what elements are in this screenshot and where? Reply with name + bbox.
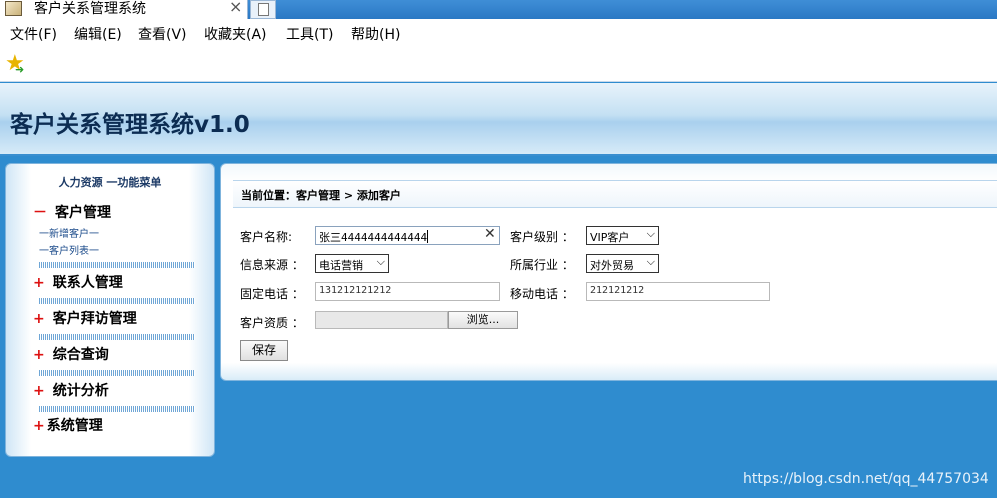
sidebar-group-contacts[interactable]: + 联系人管理 bbox=[33, 272, 123, 292]
sidebar-item-customer-list[interactable]: 一客户列表一 bbox=[39, 242, 99, 257]
breadcrumb-text: 当前位置：客户管理 > 添加客户 bbox=[241, 189, 401, 202]
customer-name-input[interactable]: 张三4444444444444 bbox=[315, 226, 500, 245]
sidebar-separator bbox=[39, 262, 195, 268]
browser-tab-bar: 客户关系管理系统 × bbox=[0, 0, 997, 19]
sidebar-separator bbox=[39, 298, 195, 304]
expand-icon: + bbox=[33, 418, 45, 434]
fixed-phone-label: 固定电话 ： bbox=[240, 287, 304, 301]
watermark: https://blog.csdn.net/qq_44757034 bbox=[743, 471, 989, 487]
sidebar-group-label: 联系人管理 bbox=[52, 275, 123, 291]
mobile-phone-value: 212121212 bbox=[590, 285, 645, 296]
menu-tools[interactable]: 工具(T) bbox=[286, 24, 333, 44]
browse-button[interactable]: 浏览... bbox=[448, 311, 518, 329]
collapse-icon: － bbox=[33, 205, 47, 221]
sidebar-group-query[interactable]: + 综合查询 bbox=[33, 344, 109, 364]
customer-name-value: 张三4444444444444 bbox=[319, 231, 428, 244]
customer-level-select[interactable]: VIP客户 ⌵ bbox=[586, 226, 659, 245]
sidebar-group-label: 统计分析 bbox=[52, 383, 109, 399]
sidebar-separator bbox=[39, 334, 195, 340]
page-favicon-icon bbox=[5, 1, 22, 16]
info-source-select[interactable]: 电话营销 ⌵ bbox=[315, 254, 389, 273]
menu-bar: 文件(F) 编辑(E) 查看(V) 收藏夹(A) 工具(T) 帮助(H) bbox=[0, 19, 997, 47]
sidebar-group-label: 综合查询 bbox=[52, 347, 109, 363]
info-source-value: 电话营销 bbox=[319, 259, 363, 272]
fixed-phone-value: 131212121212 bbox=[319, 285, 392, 296]
industry-value: 对外贸易 bbox=[590, 259, 634, 272]
breadcrumb: 当前位置：客户管理 > 添加客户 bbox=[233, 180, 997, 208]
menu-help[interactable]: 帮助(H) bbox=[351, 24, 400, 44]
customer-level-label: 客户级别 ： bbox=[510, 230, 574, 244]
sidebar-group-system[interactable]: + 系统管理 bbox=[33, 415, 103, 435]
expand-icon: + bbox=[33, 383, 45, 399]
sidebar-group-label: 客户拜访管理 bbox=[52, 311, 137, 327]
expand-icon: + bbox=[33, 275, 45, 291]
sidebar-group-label: 系统管理 bbox=[46, 418, 103, 434]
expand-icon: + bbox=[33, 347, 45, 363]
close-tab-icon[interactable]: × bbox=[229, 0, 242, 16]
text-caret bbox=[427, 230, 429, 243]
new-tab-icon bbox=[258, 3, 269, 16]
chevron-down-icon: ⌵ bbox=[376, 255, 385, 268]
sidebar-separator bbox=[39, 406, 195, 412]
chevron-down-icon: ⌵ bbox=[646, 255, 655, 268]
new-tab-button[interactable] bbox=[250, 0, 276, 19]
info-source-label: 信息来源 ： bbox=[240, 258, 304, 272]
app-title: 客户关系管理系统v1.0 bbox=[10, 112, 250, 138]
sidebar: 人力资源 一功能菜单 － 客户管理 一新增客户一 一客户列表一 + 联系人管理 + 客… bbox=[5, 163, 215, 457]
menu-file[interactable]: 文件(F) bbox=[10, 24, 57, 44]
sidebar-group-label: 客户管理 bbox=[55, 205, 111, 221]
customer-level-value: VIP客户 bbox=[590, 231, 630, 244]
mobile-phone-input[interactable]: 212121212 bbox=[586, 282, 770, 301]
sidebar-group-statistics[interactable]: + 统计分析 bbox=[33, 380, 109, 400]
clear-input-icon[interactable]: ✕ bbox=[484, 226, 496, 242]
sidebar-group-visits[interactable]: + 客户拜访管理 bbox=[33, 308, 137, 328]
qualification-label: 客户资质 ： bbox=[240, 316, 304, 330]
industry-select[interactable]: 对外贸易 ⌵ bbox=[586, 254, 659, 273]
menu-favorites[interactable]: 收藏夹(A) bbox=[204, 24, 267, 44]
chevron-down-icon: ⌵ bbox=[646, 227, 655, 240]
sidebar-group-customers[interactable]: － 客户管理 bbox=[33, 202, 111, 222]
app-header: 客户关系管理系统v1.0 bbox=[0, 83, 997, 156]
expand-icon: + bbox=[33, 311, 45, 327]
fixed-phone-input[interactable]: 131212121212 bbox=[315, 282, 500, 301]
sidebar-item-new-customer[interactable]: 一新增客户一 bbox=[39, 225, 99, 240]
menu-edit[interactable]: 编辑(E) bbox=[74, 24, 122, 44]
sidebar-header: 人力资源 一功能菜单 bbox=[58, 176, 162, 189]
browser-tab[interactable]: 客户关系管理系统 × bbox=[0, 0, 248, 19]
favorite-arrow-icon: ➜ bbox=[15, 63, 25, 76]
industry-label: 所属行业 ： bbox=[510, 258, 574, 272]
qualification-file-path[interactable] bbox=[315, 311, 448, 329]
tab-title: 客户关系管理系统 bbox=[34, 1, 146, 17]
sidebar-separator bbox=[39, 370, 195, 376]
favorites-bar: ★ ➜ bbox=[0, 47, 997, 82]
menu-view[interactable]: 查看(V) bbox=[138, 24, 187, 44]
customer-name-label: 客户名称: bbox=[240, 230, 293, 244]
mobile-phone-label: 移动电话 ： bbox=[510, 287, 574, 301]
save-button[interactable]: 保存 bbox=[240, 340, 288, 361]
